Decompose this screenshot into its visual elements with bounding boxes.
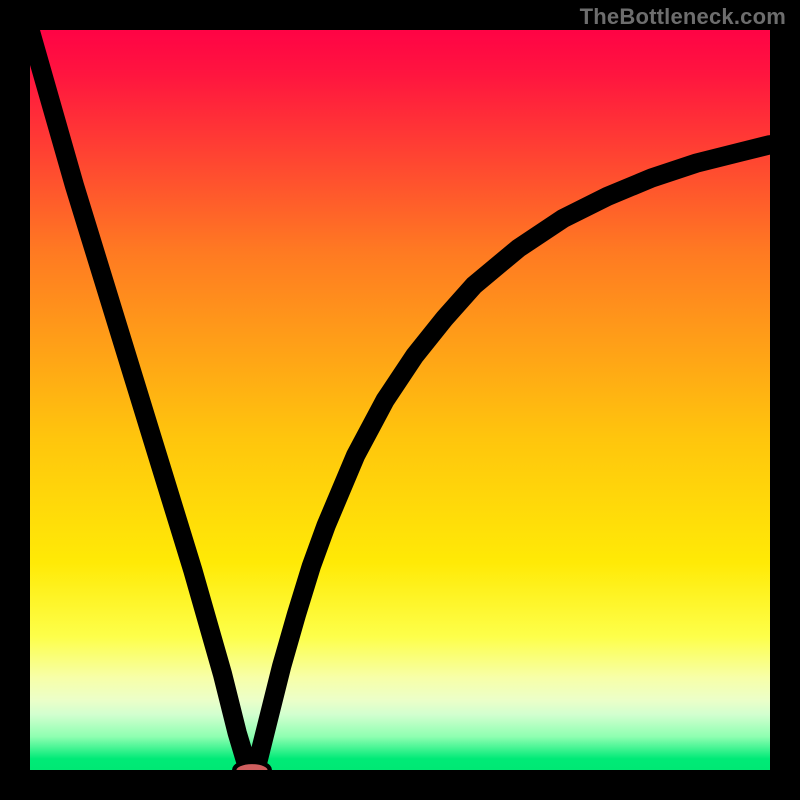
chart-frame: TheBottleneck.com [0, 0, 800, 800]
minimum-marker [234, 762, 270, 770]
plot-svg [30, 30, 770, 770]
plot-area [30, 30, 770, 770]
watermark-text: TheBottleneck.com [580, 4, 786, 30]
